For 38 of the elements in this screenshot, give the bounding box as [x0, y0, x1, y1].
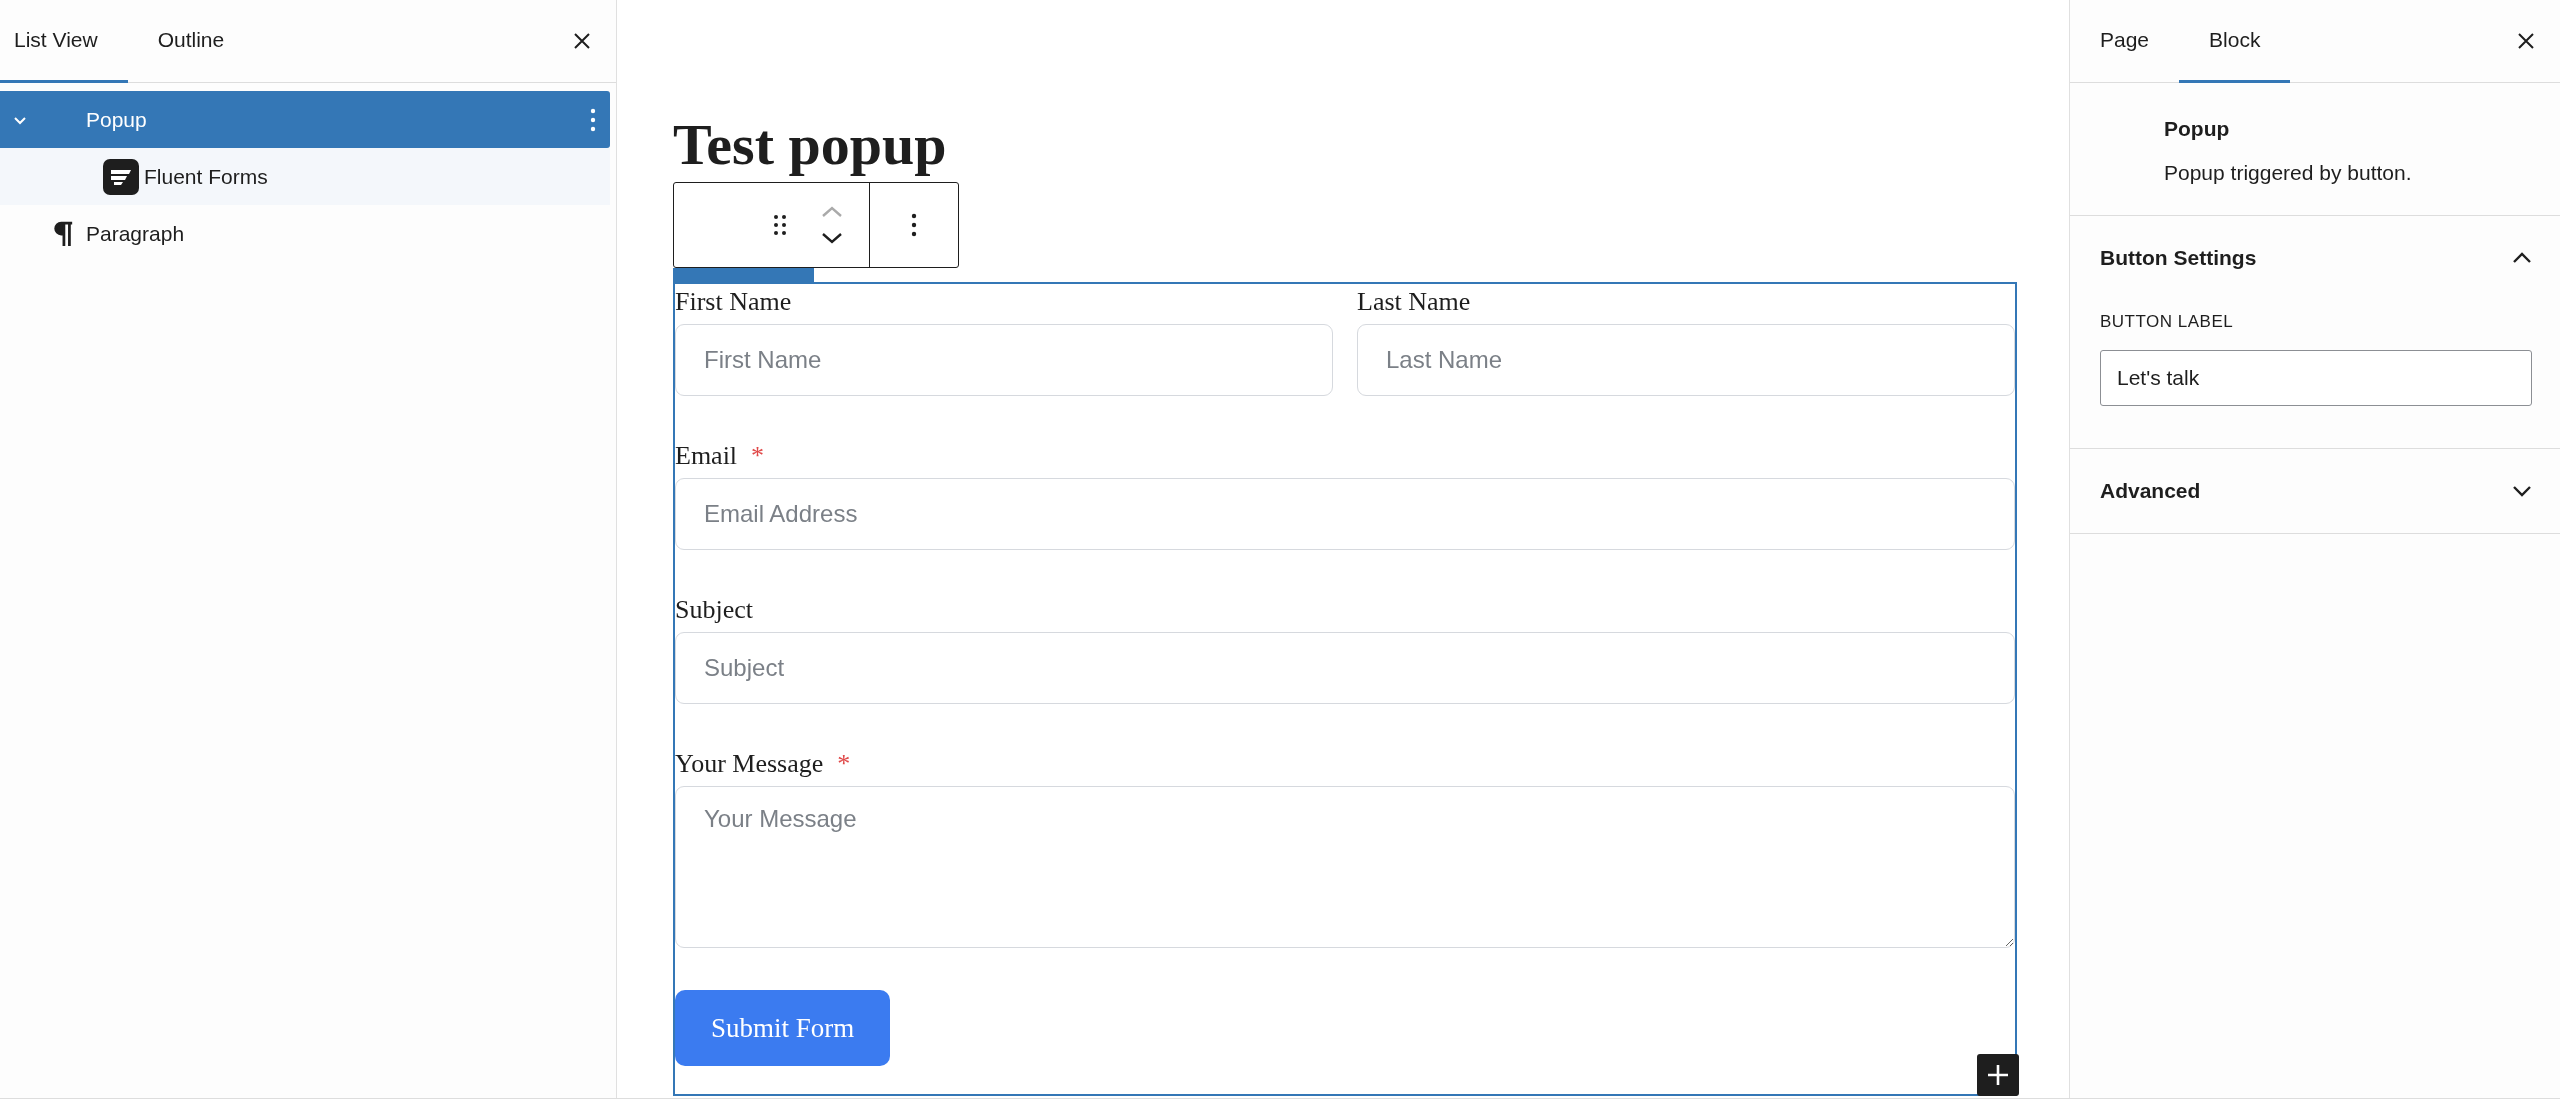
field-label: Subject [675, 594, 753, 626]
field-label: Email [675, 440, 738, 472]
block-description: Popup triggered by button. [2164, 161, 2413, 185]
field-label: First Name [675, 286, 792, 318]
field-label: Your Message [675, 748, 824, 780]
required-asterisk: * [751, 440, 765, 472]
panel-tab[interactable]: Page [2070, 0, 2180, 83]
field-label: BUTTON LABEL [2100, 312, 2235, 332]
list-item-label: Paragraph [86, 221, 185, 246]
drag-handle-icon[interactable] [773, 214, 787, 236]
text-input[interactable]: Subject [675, 632, 2015, 704]
field-label: Last Name [1357, 286, 1471, 318]
message-textarea[interactable]: Your Message [675, 786, 2015, 948]
submit-button[interactable]: Submit Form [675, 990, 891, 1066]
list-item[interactable]: Fluent Forms [0, 148, 610, 205]
text-input[interactable]: First Name [675, 324, 1333, 396]
panel-section-toggle[interactable]: Advanced [2100, 449, 2532, 533]
panel-tab[interactable]: List View [0, 0, 128, 83]
section-title: Button Settings [2100, 246, 2257, 270]
text-input[interactable]: Email Address [675, 478, 2015, 550]
panel-tab[interactable]: Block [2179, 0, 2291, 83]
required-asterisk: * [837, 748, 851, 780]
panel-tab[interactable]: Outline [127, 0, 255, 83]
panel-section-toggle[interactable]: Button Settings [2100, 216, 2532, 300]
block-title: Popup [2164, 117, 2231, 141]
list-item-label: Popup [86, 107, 147, 132]
list-item-label: Fluent Forms [144, 164, 268, 189]
text-input[interactable]: Let's talk [2100, 350, 2532, 406]
section-title: Advanced [2100, 479, 2201, 503]
list-item[interactable]: Paragraph [0, 205, 610, 262]
form-icon [103, 158, 139, 195]
move-down-icon[interactable] [821, 232, 843, 244]
chevron-icon[interactable] [2512, 252, 2532, 264]
page-title: Test popup [673, 112, 948, 178]
add-block-icon[interactable] [1977, 1054, 2019, 1096]
text-input[interactable]: Last Name [1357, 324, 2015, 396]
more-options-icon[interactable] [911, 213, 917, 237]
chevron-icon[interactable] [2512, 485, 2532, 497]
